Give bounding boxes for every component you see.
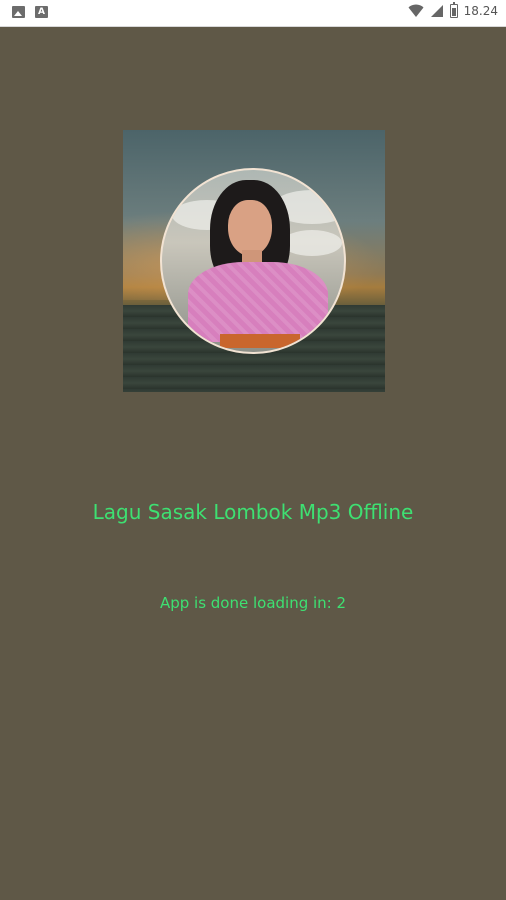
wifi-icon <box>408 4 424 17</box>
image-notification-icon <box>12 6 25 18</box>
a-notification-icon: A <box>35 6 48 18</box>
signal-icon <box>430 5 443 17</box>
belt <box>220 334 300 348</box>
status-time: 18.24 <box>463 4 498 18</box>
blouse-pattern <box>188 262 328 342</box>
status-bar: A 18.24 <box>0 0 506 27</box>
cloud <box>282 230 342 256</box>
singer-portrait-image <box>123 130 385 392</box>
loading-status-text: App is done loading in: 2 <box>159 594 347 612</box>
battery-icon <box>449 2 458 18</box>
status-bar-right: 18.24 <box>408 2 498 18</box>
face <box>228 200 272 256</box>
app-title: Lagu Sasak Lombok Mp3 Offline <box>92 500 414 524</box>
status-bar-left: A <box>12 6 48 18</box>
portrait-circle <box>160 168 346 354</box>
